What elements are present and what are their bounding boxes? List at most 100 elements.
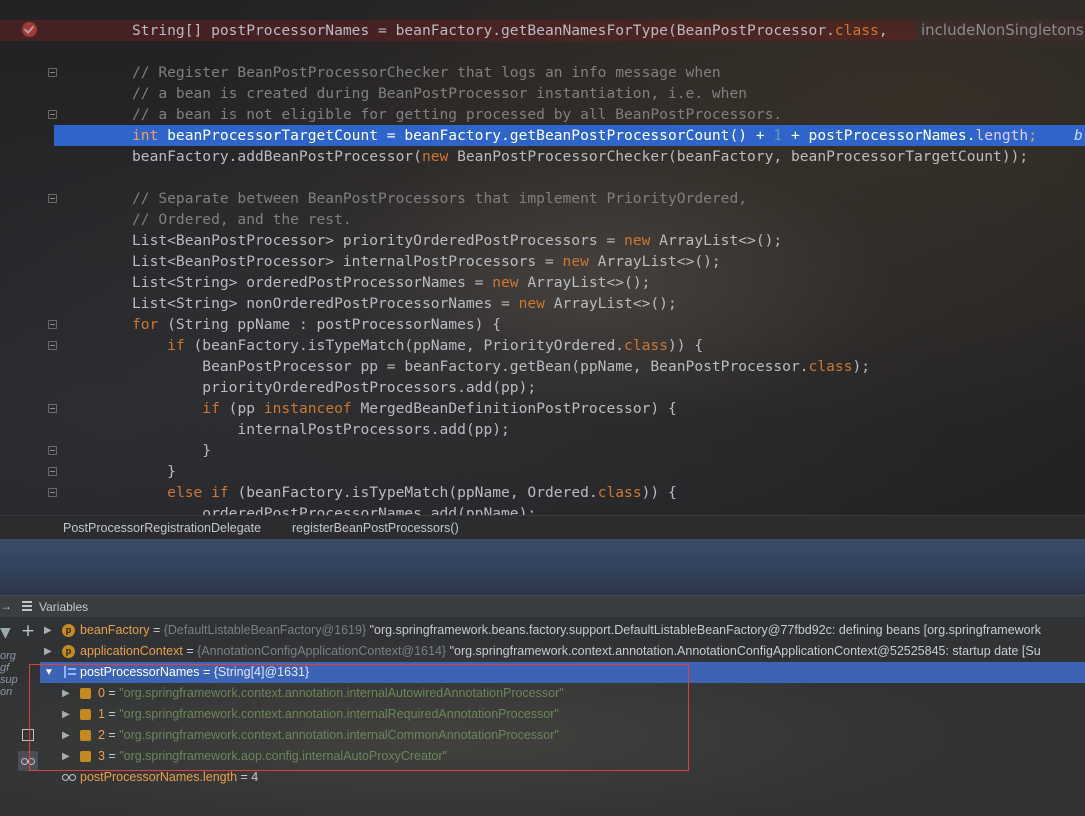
code-token: orderedPostProcessorNames.add(ppName); (132, 505, 537, 515)
code-token: class (808, 358, 853, 375)
fold-marker-icon[interactable] (48, 341, 57, 350)
code-line[interactable]: orderedPostProcessorNames.add(ppName); (0, 503, 1085, 515)
code-text: BeanPostProcessor pp = beanFactory.getBe… (132, 356, 870, 377)
breadcrumb-method[interactable]: registerBeanPostProcessors() (292, 521, 459, 535)
fold-marker-icon[interactable] (48, 467, 57, 476)
expand-arrow-icon[interactable]: ▶ (44, 641, 52, 662)
fold-marker-icon[interactable] (48, 488, 57, 497)
code-line[interactable]: // a bean is not eligible for getting pr… (0, 104, 1085, 125)
code-token: else if (167, 484, 229, 501)
code-token: String[] postProcessorNames = beanFactor… (132, 22, 835, 39)
code-line[interactable]: String[] postProcessorNames = beanFactor… (0, 20, 1085, 41)
restore-layout-icon[interactable]: → (0, 599, 12, 613)
code-token: class (624, 337, 668, 354)
code-line[interactable]: List<BeanPostProcessor> priorityOrderedP… (0, 230, 1085, 251)
code-line[interactable]: } (0, 440, 1085, 461)
expand-arrow-icon[interactable]: ▶ (62, 683, 70, 704)
code-token: internalPostProcessors.add(pp); (132, 421, 510, 438)
code-line[interactable]: else if (beanFactory.isTypeMatch(ppName,… (0, 482, 1085, 503)
code-token: beanProcessorTargetCount = beanFactory.g… (158, 127, 774, 144)
code-line[interactable] (0, 167, 1085, 188)
code-line[interactable]: List<String> orderedPostProcessorNames =… (0, 272, 1085, 293)
code-line[interactable]: BeanPostProcessor pp = beanFactory.getBe… (0, 356, 1085, 377)
code-token: List<String> orderedPostProcessorNames = (132, 274, 493, 291)
element-value: "org.springframework.context.annotation.… (119, 728, 559, 742)
code-token: instanceof (263, 400, 352, 417)
code-token: class (834, 22, 879, 39)
code-line[interactable]: for (String ppName : postProcessorNames)… (0, 314, 1085, 335)
fold-marker-icon[interactable] (48, 194, 57, 203)
code-editor[interactable]: String[] postProcessorNames = beanFactor… (0, 0, 1085, 515)
code-text: } (132, 440, 211, 461)
array-element-row[interactable]: ▶ 3 = "org.springframework.aop.config.int… (40, 746, 1085, 767)
funnel-icon[interactable]: ▼ (0, 625, 11, 641)
code-line[interactable]: priorityOrderedPostProcessors.add(pp); (0, 377, 1085, 398)
expand-arrow-icon[interactable]: ▶ (62, 704, 70, 725)
element-index: 1 (98, 707, 105, 721)
array-element-row[interactable]: ▶ 2 = "org.springframework.context.annota… (40, 725, 1085, 746)
variable-name: applicationContext (80, 644, 183, 658)
code-token: (pp (219, 400, 264, 417)
code-line[interactable]: if (beanFactory.isTypeMatch(ppName, Prio… (0, 335, 1085, 356)
expand-arrow-icon[interactable]: ▶ (62, 725, 70, 746)
code-line[interactable]: // Separate between BeanPostProcessors t… (0, 188, 1085, 209)
sliver-text: sup (0, 674, 18, 686)
variable-name: beanFactory (80, 623, 150, 637)
code-token: MergedBeanDefinitionPostProcessor) { (351, 400, 677, 417)
array-element-row[interactable]: ▶ 1 = "org.springframework.context.annota… (40, 704, 1085, 725)
variable-row-application-context[interactable]: ▶ p applicationContext = {AnnotationConf… (40, 641, 1085, 662)
sliver-text: gf (0, 662, 10, 674)
code-line[interactable]: beanFactory.addBeanPostProcessor(new Bea… (0, 146, 1085, 167)
code-line[interactable]: // Ordered, and the rest. (0, 209, 1085, 230)
field-p-icon: p (62, 624, 75, 637)
watch-name: postProcessorNames.length (80, 770, 238, 784)
code-line[interactable]: } (0, 461, 1085, 482)
plus-icon[interactable]: + (20, 621, 36, 641)
array-element-row[interactable]: ▶ 0 = "org.springframework.context.annota… (40, 683, 1085, 704)
expand-arrow-icon[interactable]: ▶ (44, 620, 52, 641)
fold-marker-icon[interactable] (48, 110, 57, 119)
code-line[interactable]: if (pp instanceof MergedBeanDefinitionPo… (0, 398, 1085, 419)
code-token: // a bean is created during BeanPostProc… (132, 85, 748, 102)
variable-type: {DefaultListableBeanFactory@1619} (163, 623, 367, 637)
fold-marker-icon[interactable] (48, 68, 57, 77)
code-token: List<BeanPostProcessor> priorityOrderedP… (132, 232, 625, 249)
code-line[interactable]: // a bean is created during BeanPostProc… (0, 83, 1085, 104)
fold-marker-icon[interactable] (48, 404, 57, 413)
code-token: beanFactory.addBeanPostProcessor( (132, 148, 422, 165)
code-token: int (132, 127, 159, 144)
code-line[interactable]: // Register BeanPostProcessorChecker tha… (0, 62, 1085, 83)
watch-row-length[interactable]: postProcessorNames.length = 4 (40, 767, 1085, 788)
code-line[interactable]: internalPostProcessors.add(pp); (0, 419, 1085, 440)
variable-type: {String[4]@1631} (213, 665, 310, 679)
element-index: 0 (98, 686, 105, 700)
variable-row-bean-factory[interactable]: ▶ p beanFactory = {DefaultListableBeanFa… (40, 620, 1085, 641)
code-line[interactable] (0, 41, 1085, 62)
collapse-arrow-icon[interactable]: ▼ (44, 662, 54, 683)
inline-value-hint: b (1074, 127, 1083, 144)
copy-icon[interactable] (22, 729, 34, 741)
element-index: 3 (98, 749, 105, 763)
fold-marker-icon[interactable] (48, 446, 57, 455)
execution-line[interactable]: int beanProcessorTargetCount = beanFacto… (54, 125, 1085, 146)
code-token: ArrayList<>(); (518, 274, 651, 291)
code-token: } (132, 442, 212, 459)
code-token: for (132, 316, 159, 333)
code-line[interactable]: List<String> nonOrderedPostProcessorName… (0, 293, 1085, 314)
sliver-text: on (0, 686, 13, 698)
code-text: else if (beanFactory.isTypeMatch(ppName,… (132, 482, 677, 503)
code-token: ; (1028, 127, 1038, 144)
watch-toggle-button[interactable] (18, 751, 38, 771)
expand-arrow-icon[interactable]: ▶ (62, 746, 70, 767)
code-token: new (624, 232, 651, 249)
fold-marker-icon[interactable] (48, 320, 57, 329)
code-token: ArrayList<>(); (588, 253, 721, 270)
variable-row-post-processor-names[interactable]: ▼ postProcessorNames = {String[4]@1631} (40, 662, 1085, 683)
code-line[interactable]: List<BeanPostProcessor> internalPostProc… (0, 251, 1085, 272)
breadcrumb-class[interactable]: PostProcessorRegistrationDelegate (63, 521, 261, 535)
variable-name: postProcessorNames (80, 665, 200, 679)
code-token: (String ppName : postProcessorNames) { (158, 316, 502, 333)
code-text: // Ordered, and the rest. (132, 209, 352, 230)
